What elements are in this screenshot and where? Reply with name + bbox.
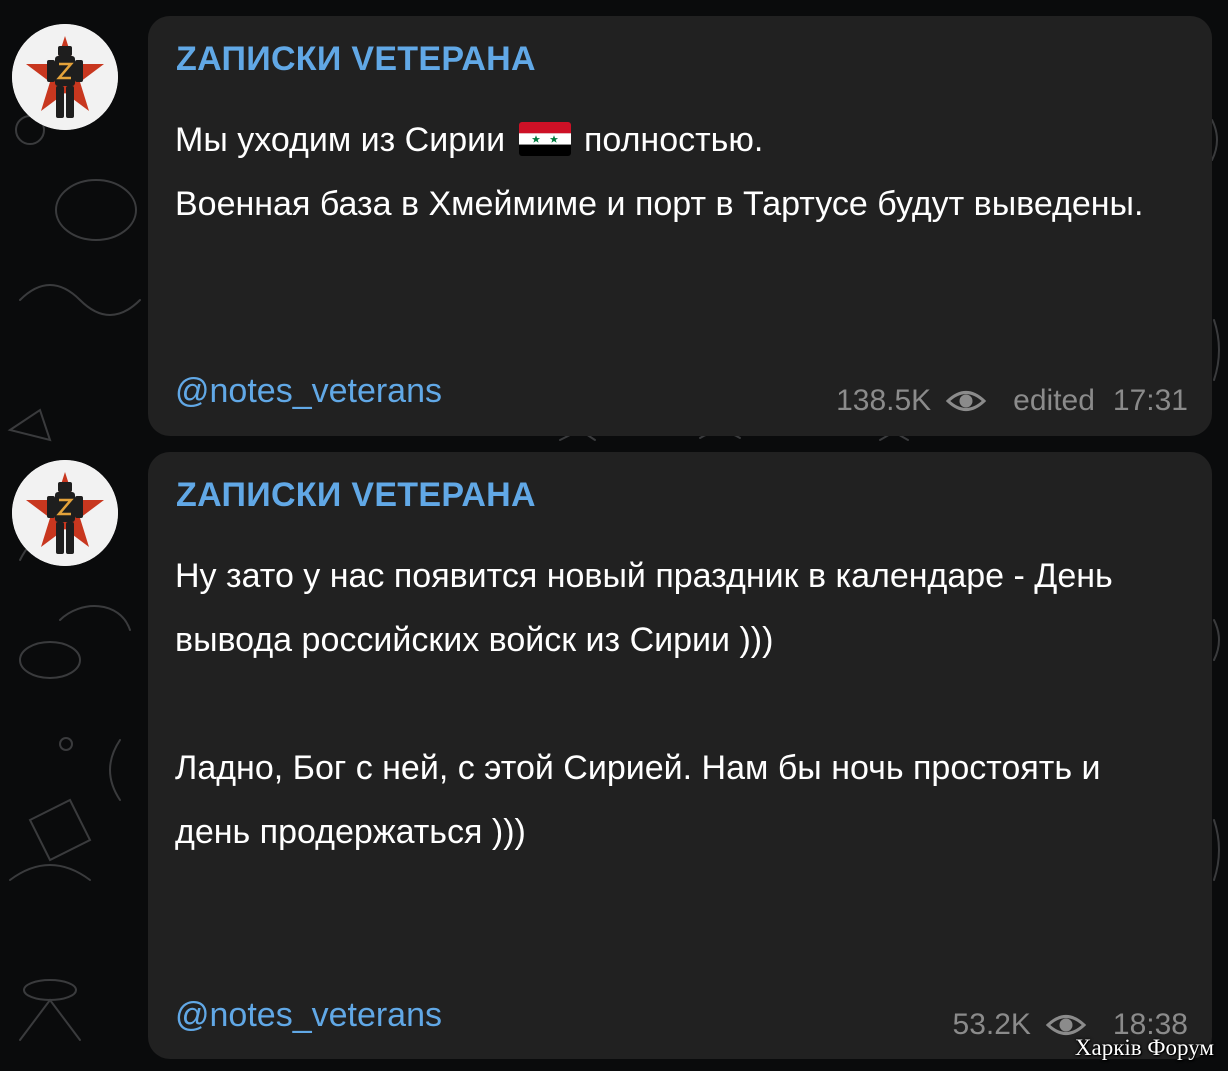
forum-watermark: Харків Форум <box>1074 1035 1214 1060</box>
view-count: 53.2K <box>952 1008 1031 1041</box>
message-meta: 138.5K edited 17:31 <box>836 384 1188 418</box>
soldier-star-logo-icon <box>12 24 118 130</box>
message-text: Ну зато у нас появится новый праздник в … <box>175 544 1185 864</box>
syria-flag-icon <box>518 122 571 157</box>
channel-link[interactable]: @notes_veterans <box>175 996 442 1035</box>
channel-name[interactable]: ZАПИСКИ VЕTЕРАНА <box>176 40 536 79</box>
view-count: 138.5K <box>836 384 932 417</box>
message-time: 17:31 <box>1112 384 1188 417</box>
edited-label: edited <box>1013 384 1095 417</box>
message-post-2: ZАПИСКИ VЕTЕРАНА Ну зато у нас появится … <box>0 452 1228 1059</box>
eye-icon <box>945 391 987 411</box>
soldier-star-logo-icon <box>12 460 118 566</box>
channel-link[interactable]: @notes_veterans <box>175 372 442 411</box>
message-text-part: Мы уходим из Сирии <box>175 121 506 159</box>
channel-name[interactable]: ZАПИСКИ VЕTЕРАНА <box>176 476 536 515</box>
message-text-part: полностью. <box>574 121 764 159</box>
message-bubble: ZАПИСКИ VЕTЕРАНА Ну зато у нас появится … <box>148 452 1212 1059</box>
message-post-1: ZАПИСКИ VЕTЕРАНА Мы уходим из Сирии полн… <box>0 16 1228 436</box>
message-paragraph: Ладно, Бог с ней, с этой Сирией. Нам бы … <box>175 749 1101 851</box>
message-text: Мы уходим из Сирии полностью. Военная баз… <box>175 108 1185 236</box>
message-paragraph: Ну зато у нас появится новый праздник в … <box>175 557 1113 659</box>
message-bubble: ZАПИСКИ VЕTЕРАНА Мы уходим из Сирии полн… <box>148 16 1212 436</box>
channel-avatar[interactable] <box>12 460 118 566</box>
channel-avatar[interactable] <box>12 24 118 130</box>
message-text-part: Военная база в Хмеймиме и порт в Тартусе… <box>175 185 1144 223</box>
